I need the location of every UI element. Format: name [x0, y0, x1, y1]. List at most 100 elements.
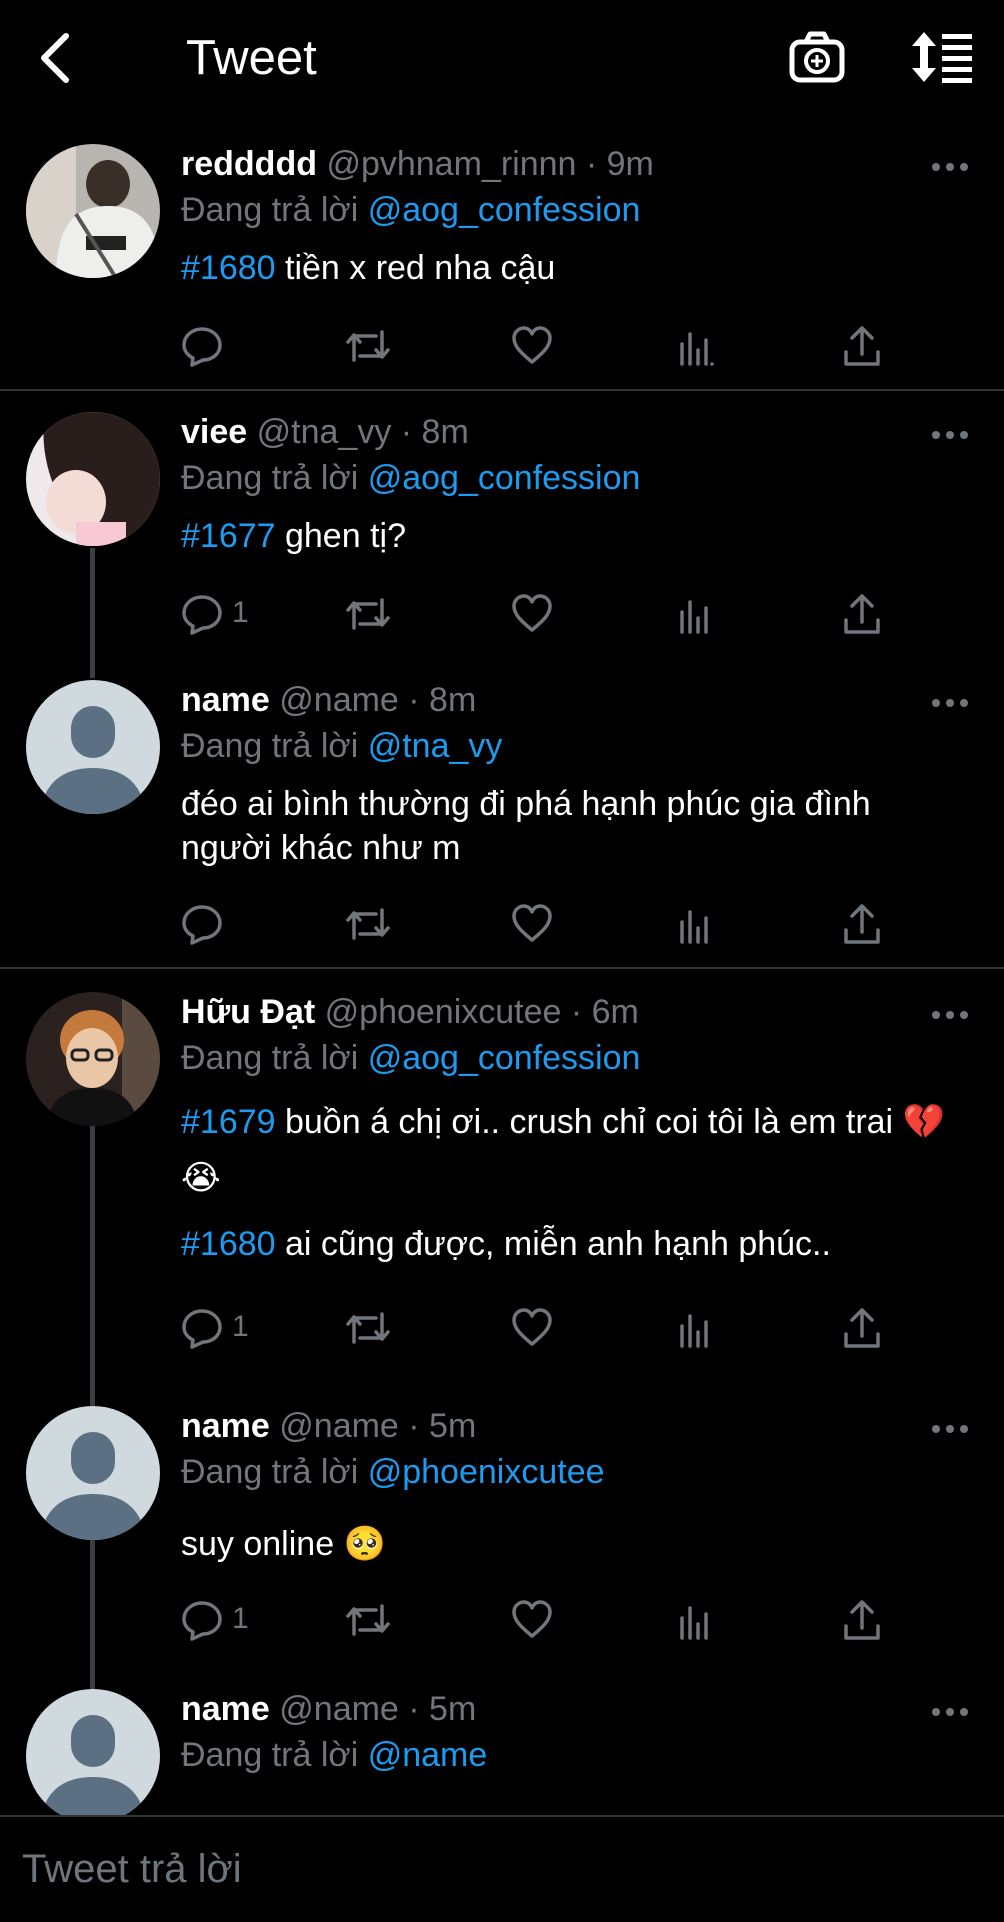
action-bar — [180, 902, 900, 950]
hashtag[interactable]: #1680 — [181, 249, 276, 287]
more-horizontal-icon[interactable] — [930, 696, 970, 710]
handle-and-time: @name · 5m — [279, 1407, 477, 1445]
reply-mention[interactable]: @aog_confession — [368, 1039, 641, 1077]
heart-icon — [512, 904, 552, 942]
tweet[interactable]: name @name · 5m Đang trả lời @phoenixcut… — [0, 1402, 1004, 1672]
views-icon — [680, 910, 708, 944]
views-button[interactable] — [676, 1598, 716, 1646]
tweet[interactable]: name @name · 8m Đang trả lời @tna_vy đéo… — [0, 676, 1004, 966]
share-button[interactable] — [840, 324, 884, 372]
reply-prefix: Đang trả lời — [181, 1453, 359, 1491]
reply-button[interactable] — [180, 324, 224, 372]
share-icon — [844, 594, 880, 634]
reply-prefix: Đang trả lời — [181, 1039, 359, 1077]
avatar[interactable] — [26, 1689, 160, 1815]
retweet-button[interactable] — [344, 902, 392, 950]
tweet[interactable]: reddddd @pvhnam_rinnn · 9m Đang trả lời … — [0, 140, 1004, 390]
reply-button[interactable]: 1 — [180, 592, 249, 640]
default-avatar-icon — [26, 1689, 160, 1815]
avatar-photo — [26, 992, 160, 1126]
display-name[interactable]: name — [181, 681, 270, 719]
retweet-button[interactable] — [344, 1306, 392, 1354]
divider — [0, 389, 1004, 391]
reply-mention[interactable]: @tna_vy — [368, 727, 503, 765]
reply-mention[interactable]: @aog_confession — [368, 191, 641, 229]
avatar[interactable] — [26, 1406, 160, 1540]
reply-mention[interactable]: @phoenixcutee — [368, 1453, 605, 1491]
like-button[interactable] — [510, 1598, 554, 1646]
avatar-photo — [26, 144, 160, 278]
more-horizontal-icon[interactable] — [930, 428, 970, 442]
heart-icon — [512, 1308, 552, 1346]
share-button[interactable] — [840, 1598, 884, 1646]
views-button[interactable] — [676, 902, 716, 950]
like-button[interactable] — [510, 592, 554, 640]
default-avatar-icon — [26, 680, 160, 814]
retweet-button[interactable] — [344, 592, 392, 640]
display-name[interactable]: viee — [181, 413, 247, 451]
tweet-text: ghen tị? — [275, 517, 406, 555]
like-button[interactable] — [510, 902, 554, 950]
views-icon — [680, 1606, 708, 1640]
avatar[interactable] — [26, 144, 160, 278]
tweet[interactable]: viee @tna_vy · 8m Đang trả lời @aog_conf… — [0, 408, 1004, 668]
retweet-icon — [346, 908, 390, 940]
page-title: Tweet — [186, 31, 317, 85]
display-name[interactable]: reddddd — [181, 145, 317, 183]
tweet-text: ai cũng được, miễn anh hạnh phúc.. — [275, 1225, 831, 1263]
reply-prefix: Đang trả lời — [181, 191, 359, 229]
chevron-left-icon[interactable] — [34, 28, 84, 88]
share-button[interactable] — [840, 592, 884, 640]
more-horizontal-icon[interactable] — [930, 1008, 970, 1022]
more-horizontal-icon[interactable] — [930, 1422, 970, 1436]
hashtag[interactable]: #1677 — [181, 517, 276, 555]
action-bar: 1 — [180, 592, 900, 640]
reply-icon — [182, 1309, 222, 1349]
hashtag[interactable]: #1679 — [181, 1103, 276, 1141]
reply-mention[interactable]: @name — [368, 1736, 488, 1774]
display-name[interactable]: Hữu Đạt — [181, 993, 315, 1031]
retweet-icon — [346, 1604, 390, 1636]
reply-button[interactable] — [180, 902, 224, 950]
top-bar: Tweet — [0, 0, 1004, 118]
more-horizontal-icon[interactable] — [930, 160, 970, 174]
views-button[interactable] — [676, 1306, 716, 1354]
tweet[interactable]: name @name · 5m Đang trả lời @name — [0, 1685, 1004, 1815]
reply-count: 1 — [232, 1602, 249, 1635]
reply-icon — [182, 905, 222, 945]
tweet[interactable]: Hữu Đạt @phoenixcutee · 6m Đang trả lời … — [0, 988, 1004, 1388]
reply-composer[interactable]: Tweet trả lời — [0, 1815, 1004, 1922]
reply-mention[interactable]: @aog_confession — [368, 459, 641, 497]
reply-button[interactable]: 1 — [180, 1306, 249, 1354]
tweet-text: tiền x red nha cậu — [275, 249, 556, 287]
retweet-button[interactable] — [344, 324, 392, 372]
share-button[interactable] — [840, 1306, 884, 1354]
share-icon — [844, 1600, 880, 1640]
views-icon — [680, 332, 714, 366]
retweet-button[interactable] — [344, 1598, 392, 1646]
like-button[interactable] — [510, 1306, 554, 1354]
handle-and-time: @phoenixcutee · 6m — [324, 993, 639, 1031]
hashtag[interactable]: #1680 — [181, 1225, 276, 1263]
views-button[interactable] — [676, 592, 716, 640]
more-horizontal-icon[interactable] — [930, 1705, 970, 1719]
share-icon — [844, 326, 880, 366]
reply-button[interactable]: 1 — [180, 1598, 249, 1646]
tweet-text: suy online 🥺 — [181, 1525, 386, 1563]
display-name[interactable]: name — [181, 1690, 270, 1728]
handle-and-time: @pvhnam_rinnn · 9m — [326, 145, 654, 183]
display-name[interactable]: name — [181, 1407, 270, 1445]
handle-and-time: @name · 5m — [279, 1690, 477, 1728]
share-icon — [844, 904, 880, 944]
avatar[interactable] — [26, 412, 160, 546]
camera-plus-icon[interactable] — [788, 30, 846, 86]
like-button[interactable] — [510, 324, 554, 372]
sort-icon[interactable] — [910, 30, 976, 84]
reply-input[interactable]: Tweet trả lời — [22, 1847, 242, 1892]
retweet-icon — [346, 1312, 390, 1344]
avatar[interactable] — [26, 680, 160, 814]
reply-icon — [182, 327, 222, 367]
views-button[interactable] — [676, 324, 716, 372]
share-button[interactable] — [840, 902, 884, 950]
avatar[interactable] — [26, 992, 160, 1126]
